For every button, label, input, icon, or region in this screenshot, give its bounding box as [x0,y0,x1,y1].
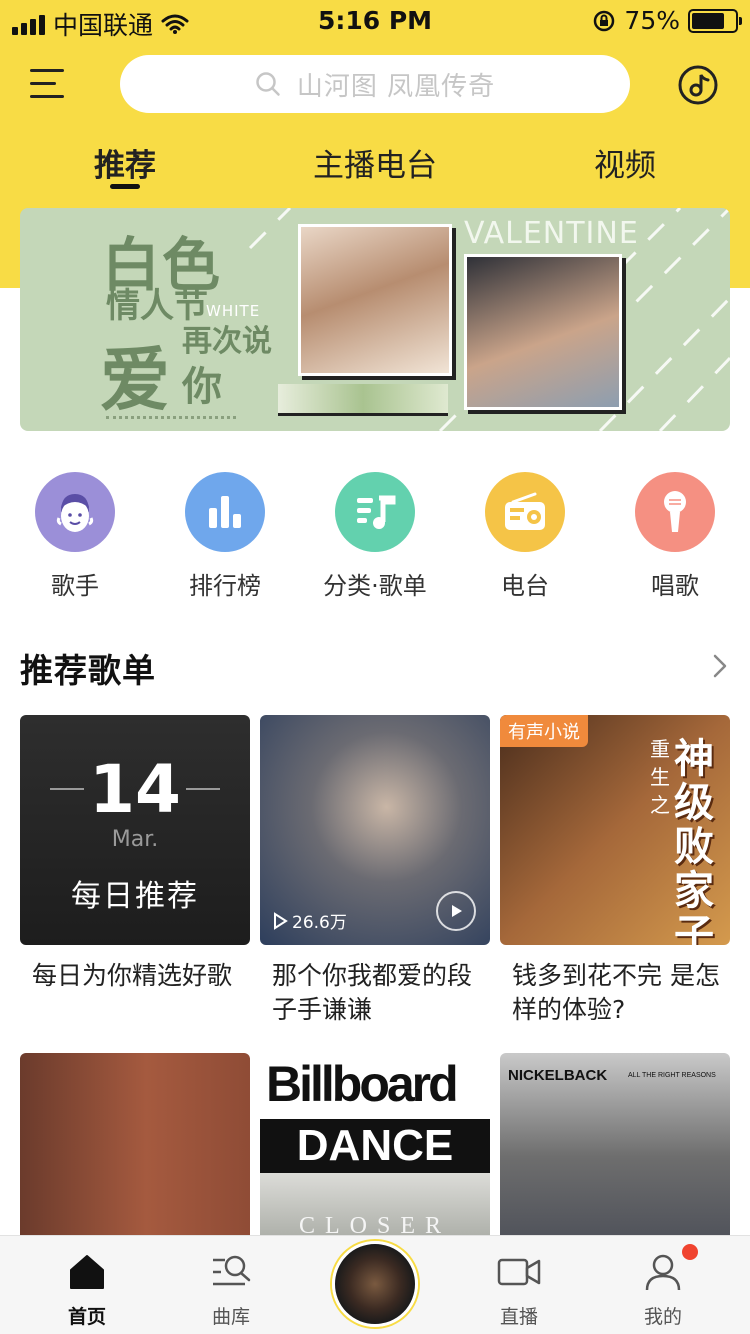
category-label: 电台 [501,572,549,600]
menu-icon-line [30,82,56,85]
category-karaoke[interactable]: 唱歌 [600,472,750,601]
microphone-icon [635,472,715,552]
category-label: 唱歌 [651,572,699,600]
cover-daily-label: 每日推荐 [71,879,199,914]
play-count-value: 26.6万 [292,913,347,933]
battery-fill [692,12,724,29]
live-video-icon [497,1258,541,1286]
cover-album: ALL THE RIGHT REASONS [628,1072,716,1079]
now-playing-disc[interactable] [332,1241,418,1327]
play-count: 26.6万 [272,908,347,933]
home-icon [70,1255,104,1289]
status-bar: 中国联通 5:16 PM 75% [0,0,750,40]
chart-icon [185,472,265,552]
banner-text-ai: 爱 [100,338,170,421]
search-icon [256,72,280,96]
nav-library[interactable]: 曲库 [171,1250,291,1329]
now-playing-music-icon[interactable] [677,64,719,106]
category-radio[interactable]: 电台 [450,472,600,601]
category-label: 排行榜 [189,572,261,600]
playlist-card-audio-novel[interactable]: 有声小说 重生之 神级败家子 钱多到花不完 是怎样的体验? [500,715,730,1027]
cover-band: NICKELBACK [508,1067,608,1084]
promo-banner[interactable]: 白色 情人节 WHITE 再次说 爱 你 VALENTINE [20,208,730,431]
banner-photo-boy [464,254,622,410]
play-button[interactable] [436,891,476,931]
banner-photo-girl [298,224,452,376]
tab-recommend[interactable]: 推荐 [94,140,156,185]
playlist-title: 钱多到花不完 是怎样的体验? [512,961,720,1024]
category-playlists[interactable]: 分类·歌单 [300,472,450,601]
singer-icon [35,472,115,552]
nav-home[interactable]: 首页 [27,1250,147,1329]
banner-dotted-line [106,416,236,419]
cover-genre: DANCE [260,1119,490,1173]
category-charts[interactable]: 排行榜 [150,472,300,601]
play-count-icon [274,911,288,930]
tab-anchor-radio[interactable]: 主播电台 [313,140,437,185]
audio-novel-tag: 有声小说 [500,715,588,747]
menu-icon-line [30,95,64,98]
battery-percent: 75% [624,6,680,35]
category-label: 歌手 [51,572,99,600]
nav-profile[interactable]: 我的 [603,1250,723,1329]
playlist-cover: 有声小说 重生之 神级败家子 [500,715,730,945]
playlist-card-qianqian[interactable]: 26.6万 那个你我都爱的段子手谦谦 [260,715,490,1027]
tab-active-indicator [110,184,140,189]
radio-icon [485,472,565,552]
cover-brand: Billboard [266,1056,459,1112]
category-singer[interactable]: 歌手 [0,472,150,601]
nav-label: 直播 [499,1306,538,1328]
nav-label: 曲库 [211,1306,250,1328]
music-list-icon [335,472,415,552]
nav-label: 首页 [67,1306,106,1328]
notification-badge [682,1244,698,1260]
category-label: 分类·歌单 [323,572,427,600]
menu-button[interactable] [30,66,66,102]
cover-month: Mar. [111,827,159,852]
battery-icon [688,8,742,33]
banner-text-ni: 你 [182,363,222,410]
library-icon [213,1255,251,1286]
play-icon [452,905,462,917]
profile-icon [645,1254,681,1291]
playlist-cover: 14 Mar. 每日推荐 [20,715,250,945]
playlist-title: 每日为你精选好歌 [32,961,233,990]
top-tabs: 推荐 主播电台 视频 [0,140,750,190]
nav-live[interactable]: 直播 [459,1250,579,1329]
chevron-right-icon[interactable] [708,652,732,680]
tab-video[interactable]: 视频 [594,140,656,185]
menu-icon-line [30,69,64,72]
playlist-card-daily[interactable]: 14 Mar. 每日推荐 每日为你精选好歌 [20,715,250,993]
playlist-cover: 26.6万 [260,715,490,945]
rotation-lock-icon [594,10,615,31]
search-placeholder: 山河图 凤凰传奇 [296,71,496,102]
banner-photo-strip [278,384,448,416]
playlist-title: 那个你我都爱的段子手谦谦 [272,961,473,1024]
nav-label: 我的 [643,1306,682,1328]
section-title-recommended-playlists: 推荐歌单 [20,651,156,690]
cover-title: 神级败家子 [674,735,714,946]
cover-divider [186,788,220,790]
banner-text-valentine: VALENTINE [464,216,639,251]
search-input[interactable]: 山河图 凤凰传奇 [120,55,630,113]
